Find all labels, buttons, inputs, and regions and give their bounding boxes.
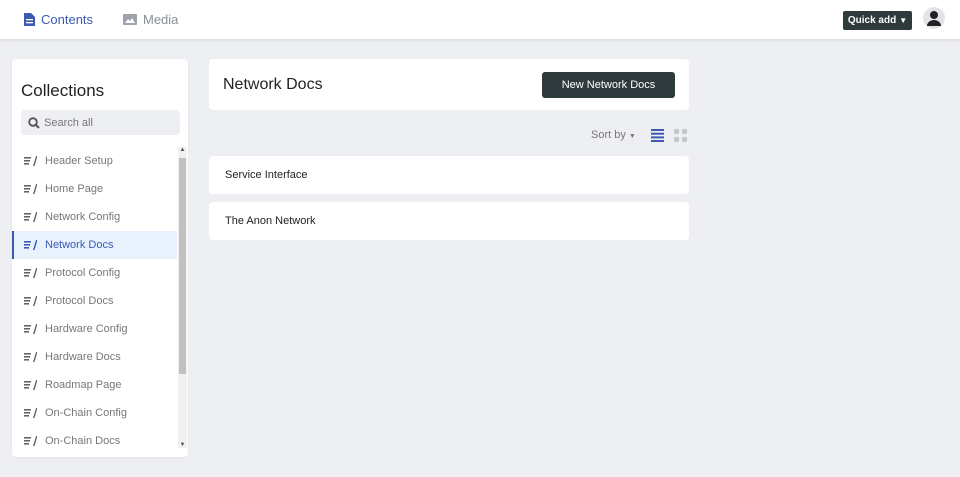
- sidebar-item[interactable]: On-Chain Docs: [12, 427, 177, 455]
- collections-sidebar: Collections Search all Header Setup Home …: [12, 59, 188, 457]
- caret-down-icon: ▼: [628, 133, 636, 140]
- list-view-icon[interactable]: [651, 129, 664, 142]
- tab-media[interactable]: Media: [123, 12, 178, 27]
- sort-label: Sort by: [591, 129, 626, 141]
- sidebar-item[interactable]: Hardware Config: [12, 315, 177, 343]
- entry-title: The Anon Network: [225, 215, 316, 227]
- sidebar-item-label: Header Setup: [45, 155, 113, 167]
- sidebar-item[interactable]: Home Page: [12, 175, 177, 203]
- search-input[interactable]: Search all: [21, 110, 180, 135]
- collection-icon: [24, 351, 37, 362]
- collection-icon: [24, 267, 37, 278]
- collection-icon: [24, 239, 37, 250]
- collection-icon: [24, 155, 37, 166]
- sidebar-item-label: On-Chain Docs: [45, 435, 121, 447]
- sidebar-item-label: Hardware Docs: [45, 351, 121, 363]
- scrollbar-thumb[interactable]: [179, 158, 186, 374]
- search-icon: [28, 116, 40, 129]
- sort-dropdown[interactable]: Sort by ▼: [591, 129, 636, 141]
- collection-icon: [24, 435, 37, 446]
- image-icon: [123, 14, 137, 25]
- sidebar-item-label: Roadmap Page: [45, 379, 122, 391]
- sidebar-title: Collections: [21, 81, 105, 100]
- quick-add-label: Quick add: [847, 15, 897, 26]
- page-header: Network Docs New Network Docs: [209, 59, 689, 110]
- sidebar-item-label: Protocol Docs: [45, 295, 114, 307]
- entry-row[interactable]: Service Interface: [209, 156, 689, 194]
- entry-title: Service Interface: [225, 169, 308, 181]
- document-icon: [24, 13, 35, 26]
- tab-media-label: Media: [143, 12, 179, 27]
- collection-icon: [24, 211, 37, 222]
- top-bar: Contents Media Quick add ▼: [0, 0, 960, 39]
- caret-down-icon: ▼: [899, 16, 908, 25]
- scroll-up-icon[interactable]: ▲: [178, 147, 187, 153]
- entry-row[interactable]: The Anon Network: [209, 202, 689, 240]
- user-avatar[interactable]: [923, 7, 945, 29]
- collection-list: Header Setup Home Page Network Config Netwo…: [12, 147, 177, 455]
- sidebar-item[interactable]: Header Setup: [12, 147, 177, 175]
- collection-icon: [24, 183, 37, 194]
- sidebar-item[interactable]: Network Docs: [12, 231, 177, 259]
- grid-view-icon[interactable]: [674, 129, 687, 142]
- search-placeholder: Search all: [44, 116, 93, 129]
- sidebar-item-label: Hardware Config: [45, 323, 128, 335]
- sidebar-item[interactable]: Hardware Docs: [12, 343, 177, 371]
- quick-add-button[interactable]: Quick add ▼: [843, 11, 912, 30]
- sidebar-item-label: On-Chain Config: [45, 407, 127, 419]
- sidebar-item[interactable]: Network Config: [12, 203, 177, 231]
- sidebar-item[interactable]: On-Chain Config: [12, 399, 177, 427]
- new-entry-button[interactable]: New Network Docs: [542, 72, 675, 98]
- tab-contents-label: Contents: [41, 12, 94, 27]
- user-icon: [927, 11, 941, 26]
- collection-icon: [24, 407, 37, 418]
- scroll-down-icon[interactable]: ▼: [178, 442, 187, 448]
- collection-icon: [24, 379, 37, 390]
- collection-icon: [24, 295, 37, 306]
- sidebar-item[interactable]: Protocol Config: [12, 259, 177, 287]
- sidebar-item-label: Protocol Config: [45, 267, 121, 279]
- sidebar-item-label: Network Docs: [45, 239, 114, 251]
- scrollbar[interactable]: ▲ ▼: [178, 147, 187, 448]
- sidebar-item[interactable]: Roadmap Page: [12, 371, 177, 399]
- sidebar-item[interactable]: Protocol Docs: [12, 287, 177, 315]
- sidebar-item-label: Home Page: [45, 183, 104, 195]
- tab-contents[interactable]: Contents: [24, 12, 93, 27]
- collection-icon: [24, 323, 37, 334]
- sidebar-item-label: Network Config: [45, 211, 121, 223]
- page-title: Network Docs: [223, 76, 323, 93]
